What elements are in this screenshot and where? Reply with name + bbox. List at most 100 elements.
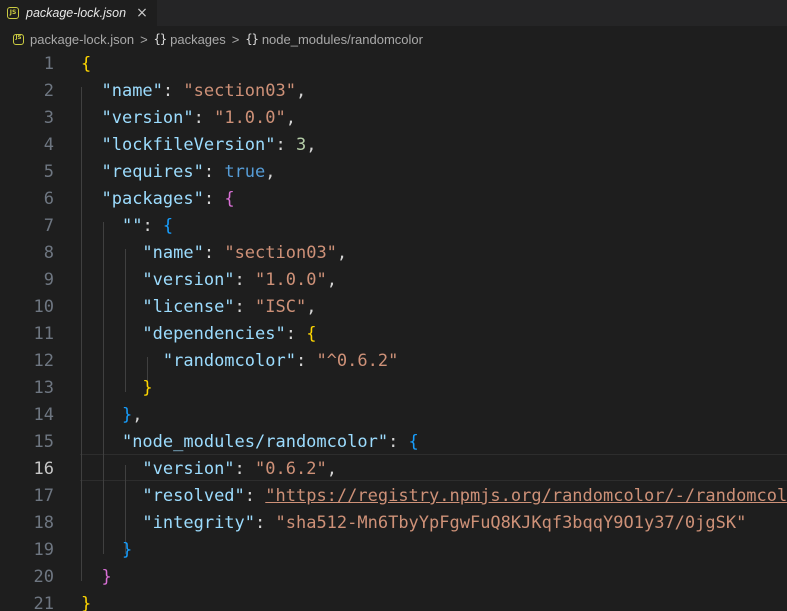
code-line[interactable]: 20 } xyxy=(0,564,787,591)
code-token: "^0.6.2" xyxy=(316,351,399,371)
code-line[interactable]: 19 } xyxy=(0,537,787,564)
code-token: } xyxy=(121,540,133,560)
breadcrumb-item-file[interactable]: package-lock.json xyxy=(30,32,134,47)
code-token: "integrity" xyxy=(142,513,256,533)
code-token: "resolved" xyxy=(142,486,245,506)
code-token: , xyxy=(306,297,317,317)
code-line[interactable]: 4 "lockfileVersion": 3, xyxy=(0,132,787,159)
code-line[interactable]: 1{ xyxy=(0,52,787,78)
code-line[interactable]: 3 "version": "1.0.0", xyxy=(0,105,787,132)
code-token: "version" xyxy=(142,270,235,290)
code-text: "requires": true, xyxy=(81,159,276,186)
code-token: "name" xyxy=(101,81,163,101)
breadcrumb: JS package-lock.json > {} packages > {} … xyxy=(0,26,787,52)
line-number: 17 xyxy=(33,486,54,506)
line-number: 13 xyxy=(33,378,54,398)
code-line[interactable]: 12 "randomcolor": "^0.6.2" xyxy=(0,348,787,375)
code-token: , xyxy=(336,243,348,263)
code-line[interactable]: 18 "integrity": "sha512-Mn6TbyYpFgwFuQ8K… xyxy=(0,510,787,537)
code-line[interactable]: 5 "requires": true, xyxy=(0,159,787,186)
close-icon[interactable]: × xyxy=(136,6,148,20)
code-token: , xyxy=(326,459,337,479)
code-line[interactable]: 8 "name": "section03", xyxy=(0,240,787,267)
code-token: "name" xyxy=(142,243,204,263)
line-number: 3 xyxy=(43,108,54,128)
code-line[interactable]: 13 } xyxy=(0,375,787,402)
code-token: "license" xyxy=(142,297,235,317)
code-token: } xyxy=(101,567,112,587)
line-number: 18 xyxy=(33,513,54,533)
code-token: "https://registry.npmjs.org/randomcolor/… xyxy=(265,486,787,506)
code-editor[interactable]: 1{2 "name": "section03", 3 "version": "1.… xyxy=(0,52,787,611)
code-token: , xyxy=(265,162,276,182)
code-text: "version": "0.6.2", xyxy=(81,456,337,483)
code-token: , xyxy=(132,405,143,425)
line-number: 19 xyxy=(33,540,54,560)
code-text: }, xyxy=(81,402,143,429)
code-token: { xyxy=(162,216,174,236)
code-token: 3 xyxy=(295,135,307,155)
code-line[interactable]: 21} xyxy=(0,591,787,611)
code-token: , xyxy=(295,81,307,101)
code-line[interactable]: 9 "version": "1.0.0", xyxy=(0,267,787,294)
code-text: "name": "section03", xyxy=(81,78,306,105)
code-token: { xyxy=(408,432,419,452)
code-text: "resolved": "https://registry.npmjs.org/… xyxy=(81,483,787,510)
line-number: 10 xyxy=(33,297,54,317)
code-token: "node_modules/randomcolor" xyxy=(121,432,389,452)
code-token: : xyxy=(234,459,256,479)
code-line[interactable]: 17 "resolved": "https://registry.npmjs.o… xyxy=(0,483,787,510)
code-line[interactable]: 6 "packages": { xyxy=(0,186,787,213)
code-line[interactable]: 14 }, xyxy=(0,402,787,429)
code-token: "requires" xyxy=(101,162,204,182)
code-token: , xyxy=(326,270,337,290)
code-token: "version" xyxy=(101,108,194,128)
code-token: } xyxy=(81,594,92,611)
line-number: 12 xyxy=(33,351,54,371)
code-token: : xyxy=(203,162,225,182)
code-line[interactable]: 2 "name": "section03", xyxy=(0,78,787,105)
code-line[interactable]: 15 "node_modules/randomcolor": { xyxy=(0,429,787,456)
code-text: } xyxy=(81,375,152,402)
code-token: : xyxy=(244,486,266,506)
chevron-right-icon: > xyxy=(140,31,148,47)
tab-bar: JS package-lock.json × xyxy=(0,0,787,26)
code-text: "randomcolor": "^0.6.2" xyxy=(81,348,398,375)
code-token: "0.6.2" xyxy=(255,459,327,479)
code-token: "sha512-Mn6TbyYpFgwFuQ8KJKqf3bqqY9O1y37/… xyxy=(275,513,747,533)
breadcrumb-item-packages[interactable]: packages xyxy=(170,32,226,47)
code-line[interactable]: 16 "version": "0.6.2", xyxy=(0,456,787,483)
code-text: "name": "section03", xyxy=(81,240,347,267)
code-token: "lockfileVersion" xyxy=(101,135,276,155)
code-token: : xyxy=(234,270,256,290)
json-object-icon: {} xyxy=(245,32,258,46)
js-file-icon: JS xyxy=(7,7,19,19)
breadcrumb-item-randomcolor[interactable]: node_modules/randomcolor xyxy=(262,32,423,47)
code-token: : xyxy=(234,297,256,317)
code-line[interactable]: 7 "": { xyxy=(0,213,787,240)
code-token: : xyxy=(193,108,215,128)
code-text: { xyxy=(81,52,91,78)
code-token: , xyxy=(306,135,317,155)
tab-package-lock-json[interactable]: JS package-lock.json × xyxy=(0,0,157,26)
code-line[interactable]: 10 "license": "ISC", xyxy=(0,294,787,321)
code-token: "1.0.0" xyxy=(214,108,286,128)
line-number: 20 xyxy=(33,567,54,587)
code-line[interactable]: 11 "dependencies": { xyxy=(0,321,787,348)
code-token: : xyxy=(388,432,409,452)
code-token: { xyxy=(224,189,235,209)
